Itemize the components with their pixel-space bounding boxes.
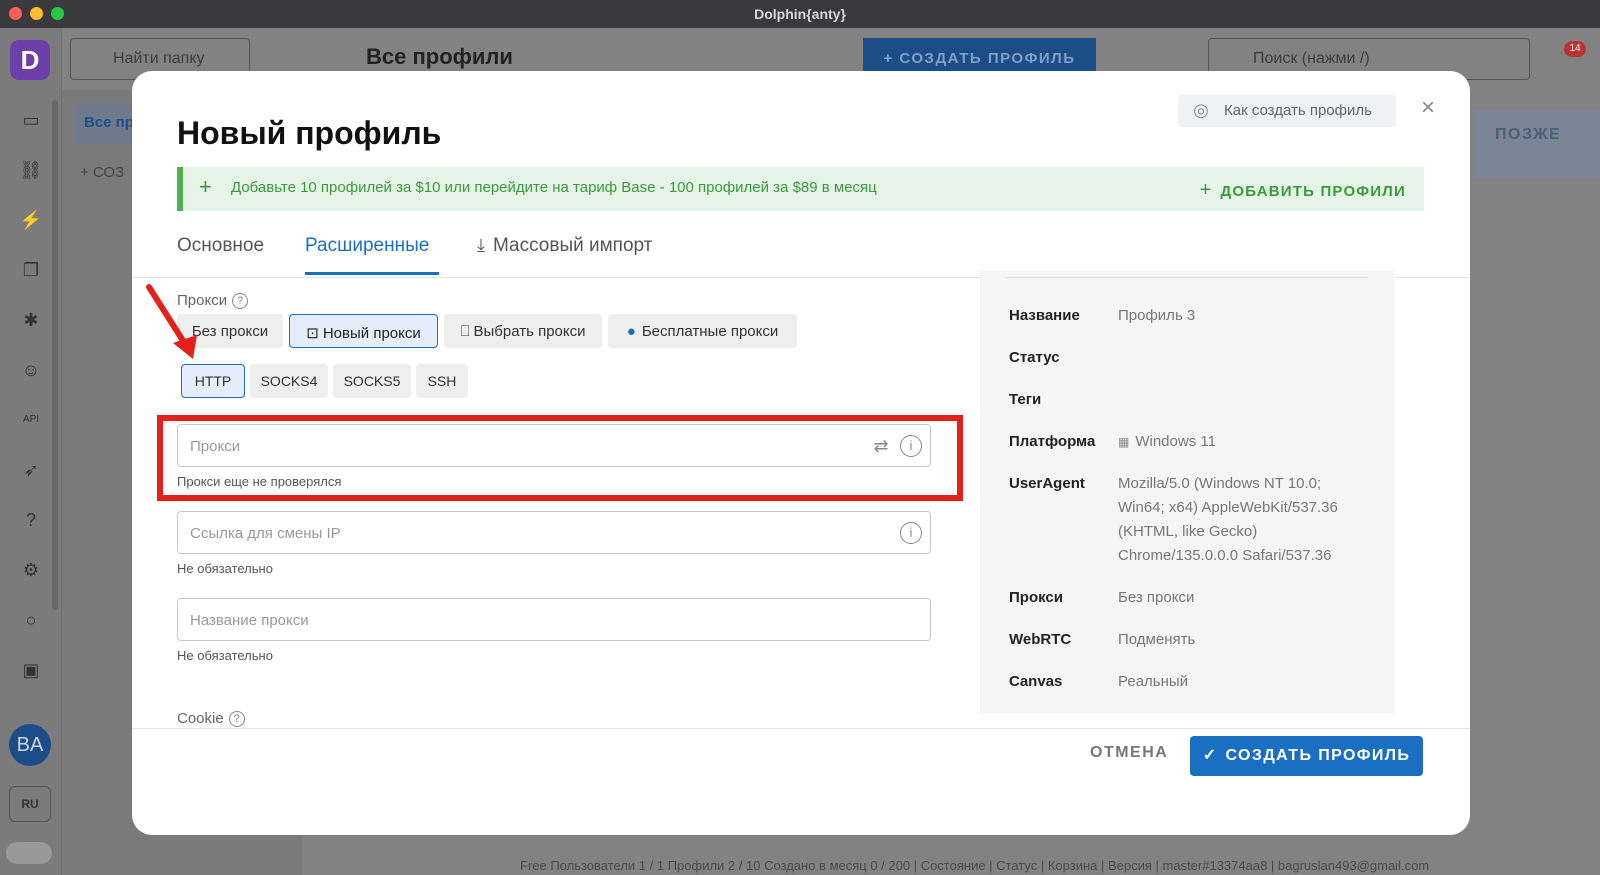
windows-icon: ▦	[1118, 435, 1130, 449]
summary-proxy-label: Прокси	[1009, 589, 1063, 606]
window-title: Dolphin{anty}	[754, 6, 846, 22]
profile-summary: Название Профиль 3 Статус Теги Платформа…	[980, 271, 1394, 713]
proxy-type-socks4[interactable]: SOCKS4	[250, 364, 328, 398]
proxy-name-input[interactable]: Название прокси	[177, 598, 931, 641]
page-title: Все профили	[366, 44, 513, 69]
summary-name-value: Профиль 3	[1118, 307, 1196, 324]
users-icon[interactable]: ☺	[19, 358, 43, 382]
extensions-icon[interactable]: ✱	[19, 308, 43, 332]
ip-change-hint: Не обязательно	[177, 561, 273, 576]
summary-ua-line1: Mozilla/5.0 (Windows NT 10.0;	[1118, 475, 1322, 492]
tab-advanced[interactable]: Расширенные	[305, 235, 429, 257]
wallet-icon[interactable]: ▣	[19, 658, 43, 682]
summary-platform-label: Платформа	[1009, 433, 1096, 450]
summary-canvas-label: Canvas	[1009, 673, 1063, 690]
how-to-create-label: Как создать профиль	[1224, 102, 1372, 119]
summary-canvas-value: Реальный	[1118, 673, 1189, 690]
how-to-create-button[interactable]: ◎ Как создать профиль	[1178, 95, 1396, 127]
cookie-label: Cookie?	[177, 710, 245, 727]
create-folder-link[interactable]: + СОЗ	[80, 164, 124, 181]
status-bar: Free Пользователи 1 / 1 Профили 2 / 10 С…	[520, 858, 1430, 873]
lifebuoy-icon: ◎	[1193, 100, 1209, 120]
free-proxy-button[interactable]: ● Бесплатные прокси	[608, 314, 797, 348]
new-proxy-icon: ⊡	[306, 325, 319, 342]
copy-icon[interactable]: ❐	[19, 258, 43, 282]
summary-tags-label: Теги	[1009, 391, 1042, 408]
summary-webrtc-label: WebRTC	[1009, 631, 1072, 648]
summary-ua-line4: Chrome/135.0.0.0 Safari/537.36	[1118, 547, 1332, 564]
create-profile-button[interactable]: ✓ СОЗДАТЬ ПРОФИЛЬ	[1190, 736, 1423, 776]
cancel-button[interactable]: ОТМЕНА	[1090, 744, 1168, 762]
lightbulb-icon[interactable]: ○	[19, 608, 43, 632]
banner-text: Добавьте 10 профилей за $10 или перейдит…	[231, 179, 877, 196]
highlight-annotation-box	[157, 415, 963, 501]
language-switch[interactable]: RU	[9, 786, 51, 822]
active-tab-indicator	[305, 272, 439, 275]
close-icon[interactable]: ×	[1416, 96, 1440, 120]
download-icon: ⤓	[477, 235, 485, 255]
theme-toggle[interactable]	[6, 842, 52, 864]
link-icon[interactable]: ⛓	[19, 158, 43, 182]
proxy-type-socks5[interactable]: SOCKS5	[333, 364, 411, 398]
summary-platform-value: ▦ Windows 11	[1118, 433, 1216, 450]
notifications-badge[interactable]: 14	[1564, 41, 1586, 57]
proxy-form: Прокси? Без прокси ⊡ Новый прокси ⎕ Выбрат…	[132, 278, 1117, 798]
add-profiles-button[interactable]: + ДОБАВИТЬ ПРОФИЛИ	[1200, 179, 1406, 202]
sidebar-scrollbar[interactable]	[52, 100, 58, 610]
summary-webrtc-value: Подменять	[1118, 631, 1196, 648]
bookmark-icon: ⎕	[460, 323, 470, 340]
proxy-name-hint: Не обязательно	[177, 648, 273, 663]
automation-icon[interactable]: ⚡	[19, 208, 43, 232]
app-logo[interactable]: D	[10, 40, 50, 80]
footer-divider	[132, 728, 1470, 729]
window-titlebar: Dolphin{anty}	[0, 0, 1600, 28]
minimize-window-button[interactable]	[30, 7, 43, 20]
select-proxy-button[interactable]: ⎕ Выбрать прокси	[444, 314, 602, 348]
settings-icon[interactable]: ⚙	[19, 558, 43, 582]
summary-status-label: Статус	[1009, 349, 1060, 366]
profiles-icon[interactable]: ▭	[19, 108, 43, 132]
drop-icon: ●	[626, 323, 636, 340]
tab-basic[interactable]: Основное	[177, 235, 264, 257]
plus-icon: +	[199, 174, 212, 199]
upgrade-banner: + Добавьте 10 профилей за $10 или перейд…	[177, 167, 1424, 211]
check-icon: ✓	[1202, 747, 1218, 764]
summary-ua-label: UserAgent	[1009, 475, 1085, 492]
avatar[interactable]: BA	[9, 724, 51, 766]
ip-change-link-input[interactable]: Ссылка для смены IP i	[177, 511, 931, 554]
annotation-arrow-icon	[146, 284, 197, 359]
question-icon[interactable]: ?	[228, 711, 245, 727]
summary-ua-line3: (KHTML, like Gecko)	[1118, 523, 1258, 540]
modal-title: Новый профиль	[177, 115, 442, 151]
question-icon[interactable]: ?	[232, 293, 249, 309]
proxy-type-ssh[interactable]: SSH	[416, 364, 468, 398]
proxy-type-http[interactable]: HTTP	[181, 364, 245, 398]
info-icon[interactable]: i	[900, 522, 922, 544]
summary-divider	[1006, 277, 1368, 278]
summary-proxy-value: Без прокси	[1118, 589, 1195, 606]
summary-name-label: Название	[1009, 307, 1080, 324]
help-icon[interactable]: ?	[19, 508, 43, 532]
rocket-icon[interactable]: ➶	[19, 458, 43, 482]
close-window-button[interactable]	[9, 7, 22, 20]
tab-mass-import[interactable]: ⤓ Массовый импорт	[477, 235, 652, 257]
zoom-window-button[interactable]	[51, 7, 64, 20]
later-button[interactable]: ПОЗЖЕ	[1473, 110, 1600, 178]
api-icon[interactable]: API	[19, 408, 43, 432]
new-proxy-button[interactable]: ⊡ Новый прокси	[289, 314, 438, 348]
summary-ua-line2: Win64; x64) AppleWebKit/537.36	[1118, 499, 1338, 516]
